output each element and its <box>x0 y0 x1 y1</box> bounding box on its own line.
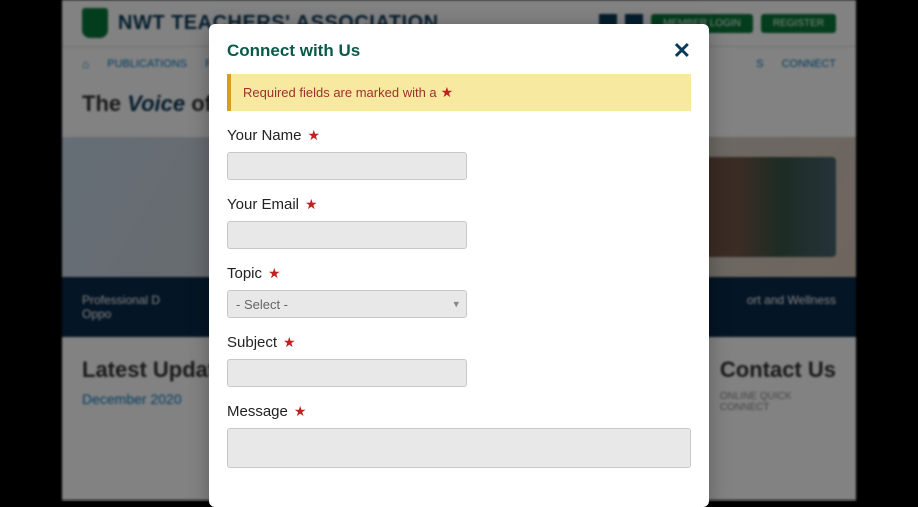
required-notice: Required fields are marked with a ★ <box>227 74 691 111</box>
form-group-message: Message ★ <box>227 403 691 473</box>
subject-label: Subject ★ <box>227 334 691 351</box>
message-label: Message ★ <box>227 403 691 420</box>
star-icon: ★ <box>283 334 296 351</box>
subject-input[interactable] <box>227 359 467 387</box>
star-icon: ★ <box>268 265 281 282</box>
modal-title: Connect with Us <box>227 41 360 61</box>
modal-header: Connect with Us ✕ <box>209 24 709 74</box>
email-input[interactable] <box>227 221 467 249</box>
name-input[interactable] <box>227 152 467 180</box>
connect-modal: Connect with Us ✕ Required fields are ma… <box>209 24 709 507</box>
star-icon: ★ <box>294 403 307 420</box>
topic-select[interactable]: - Select - <box>227 290 467 318</box>
form-group-subject: Subject ★ <box>227 334 691 387</box>
topic-select-wrap: - Select - <box>227 290 467 318</box>
email-label: Your Email ★ <box>227 196 691 213</box>
topic-label: Topic ★ <box>227 265 691 282</box>
form-body: Your Name ★ Your Email ★ Topic ★ - Selec… <box>209 127 709 507</box>
form-group-email: Your Email ★ <box>227 196 691 249</box>
form-group-name: Your Name ★ <box>227 127 691 180</box>
star-icon: ★ <box>441 84 454 101</box>
star-icon: ★ <box>308 127 321 144</box>
close-icon[interactable]: ✕ <box>673 38 691 64</box>
message-textarea[interactable] <box>227 428 691 468</box>
star-icon: ★ <box>305 196 318 213</box>
name-label: Your Name ★ <box>227 127 691 144</box>
form-group-topic: Topic ★ - Select - <box>227 265 691 318</box>
